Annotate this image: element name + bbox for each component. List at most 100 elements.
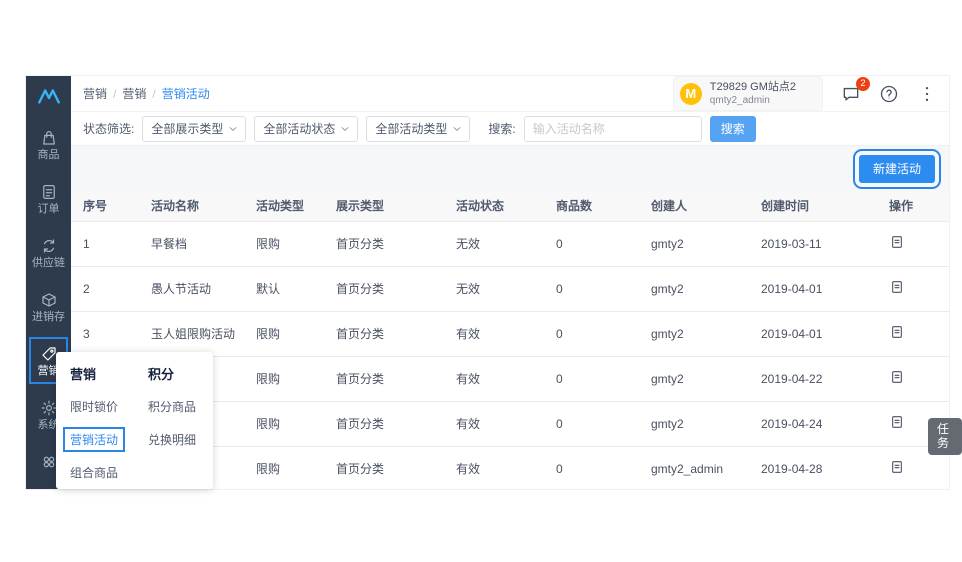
dropdown-value: 全部展示类型 (151, 120, 223, 137)
chevron-down-icon (227, 123, 239, 135)
cell-actions (877, 221, 949, 266)
table-row: 3玉人姐限购活动限购首页分类有效0gmty22019-04-01 (71, 311, 949, 356)
cell-creator: gmty2 (639, 356, 749, 401)
column-header: 展示类型 (324, 191, 444, 221)
sidebar-item-label: 进销存 (32, 312, 65, 323)
breadcrumb-item[interactable]: 营销 (122, 85, 146, 102)
cell-display: 首页分类 (324, 446, 444, 489)
column-header: 创建时间 (749, 191, 877, 221)
submenu-item[interactable]: 兑换明细 (142, 428, 202, 451)
cell-goods: 0 (544, 311, 639, 356)
cell-display: 首页分类 (324, 401, 444, 446)
cell-status: 有效 (444, 446, 544, 489)
supply-icon (40, 237, 58, 255)
view-detail-button[interactable] (889, 234, 905, 250)
view-detail-button[interactable] (889, 459, 905, 475)
breadcrumb-separator: / (113, 87, 116, 101)
view-detail-button[interactable] (889, 324, 905, 340)
filter-dropdown-display-type[interactable]: 全部展示类型 (142, 116, 246, 142)
view-detail-button[interactable] (889, 414, 905, 430)
submenu-group-title: 积分 (148, 364, 202, 383)
messages-button[interactable]: 2 (841, 84, 861, 104)
cell-name: 玉人姐限购活动 (139, 311, 244, 356)
view-detail-button[interactable] (889, 279, 905, 295)
column-header: 创建人 (639, 191, 749, 221)
cell-type: 限购 (244, 221, 324, 266)
sidebar-item-label: 商品 (38, 150, 60, 161)
submenu-group: 积分积分商品兑换明细 (148, 364, 202, 489)
cell-goods: 0 (544, 446, 639, 489)
system-icon (40, 399, 58, 417)
message-count-badge: 2 (856, 77, 870, 91)
cell-type: 限购 (244, 356, 324, 401)
cell-actions (877, 266, 949, 311)
breadcrumb: 营销 / 营销 / 营销活动 (83, 85, 210, 102)
cell-goods: 0 (544, 356, 639, 401)
table-row: 1早餐档限购首页分类无效0gmty22019-03-11 (71, 221, 949, 266)
cell-status: 有效 (444, 401, 544, 446)
breadcrumb-separator: / (152, 87, 155, 101)
cell-type: 限购 (244, 401, 324, 446)
submenu-group-title: 营销 (70, 364, 124, 383)
cell-creator: gmty2 (639, 221, 749, 266)
site-name: T29829 GM站点2 (710, 80, 796, 94)
cell-seq: 3 (71, 311, 139, 356)
submenu-item[interactable]: 限时锁价 (64, 395, 124, 418)
task-badge[interactable]: 任务 (928, 418, 962, 455)
help-icon (879, 84, 899, 104)
cell-status: 有效 (444, 356, 544, 401)
toolbar: 新建活动 (71, 146, 949, 191)
brand-logo: M (680, 83, 702, 105)
more-icon (917, 84, 937, 104)
filter-bar: 状态筛选: 全部展示类型全部活动状态全部活动类型 搜索: 搜索 (71, 112, 949, 146)
bag-icon (40, 129, 58, 147)
topbar-actions: M T29829 GM站点2 qmty2_admin 2 (673, 76, 937, 111)
sidebar-item-goods[interactable]: 商品 (30, 122, 67, 167)
sidebar-item-label: 供应链 (32, 258, 65, 269)
cell-seq: 2 (71, 266, 139, 311)
cell-creator: gmty2 (639, 266, 749, 311)
submenu-item[interactable]: 积分商品 (142, 395, 202, 418)
cell-name: 早餐档 (139, 221, 244, 266)
cell-seq: 1 (71, 221, 139, 266)
app-logo[interactable] (36, 84, 62, 110)
cell-created: 2019-03-11 (749, 221, 877, 266)
help-button[interactable] (879, 84, 899, 104)
column-header: 操作 (877, 191, 949, 221)
filter-dropdown-activity-type[interactable]: 全部活动类型 (366, 116, 470, 142)
cell-goods: 0 (544, 221, 639, 266)
cell-display: 首页分类 (324, 221, 444, 266)
column-header: 序号 (71, 191, 139, 221)
sidebar-item-supply-chain[interactable]: 供应链 (30, 230, 67, 275)
filter-dropdown-activity-status[interactable]: 全部活动状态 (254, 116, 358, 142)
chevron-down-icon (339, 123, 351, 135)
cell-display: 首页分类 (324, 266, 444, 311)
cell-name: 愚人节活动 (139, 266, 244, 311)
cell-created: 2019-04-24 (749, 401, 877, 446)
column-header: 活动名称 (139, 191, 244, 221)
new-activity-button[interactable]: 新建活动 (859, 155, 935, 183)
cell-type: 限购 (244, 446, 324, 489)
topbar: 营销 / 营销 / 营销活动 M T29829 GM站点2 qmty2_admin 2 (71, 76, 949, 112)
column-header: 活动状态 (444, 191, 544, 221)
breadcrumb-item[interactable]: 营销 (83, 85, 107, 102)
app-window: 商品订单供应链进销存营销系统 营销/营销/营销活动 M T29829 GM站点2… (25, 75, 950, 490)
cell-status: 无效 (444, 221, 544, 266)
search-input[interactable] (524, 116, 702, 142)
sidebar-item-inventory[interactable]: 进销存 (30, 284, 67, 329)
dropdown-value: 全部活动状态 (263, 120, 335, 137)
cell-type: 默认 (244, 266, 324, 311)
search-button[interactable]: 搜索 (710, 116, 756, 142)
cell-created: 2019-04-28 (749, 446, 877, 489)
view-detail-button[interactable] (889, 369, 905, 385)
sidebar-item-orders[interactable]: 订单 (30, 176, 67, 221)
submenu-item[interactable]: 组合商品 (64, 461, 124, 484)
submenu-item[interactable]: 营销活动 (64, 428, 124, 451)
column-header: 活动类型 (244, 191, 324, 221)
more-menu-button[interactable] (917, 84, 937, 104)
account-pill[interactable]: M T29829 GM站点2 qmty2_admin (673, 76, 823, 111)
cell-created: 2019-04-01 (749, 311, 877, 356)
cell-display: 首页分类 (324, 356, 444, 401)
cell-actions (877, 356, 949, 401)
breadcrumb-item[interactable]: 营销活动 (162, 85, 210, 102)
